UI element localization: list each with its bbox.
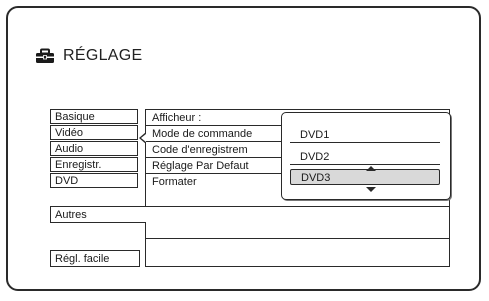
category-dvd[interactable]: DVD: [50, 173, 138, 188]
category-enregistr[interactable]: Enregistr.: [50, 157, 138, 172]
category-regl-facile[interactable]: Régl. facile: [50, 250, 140, 267]
toolbox-icon: [36, 48, 54, 63]
setting-row-empty-bottom: [145, 250, 450, 267]
category-basique[interactable]: Basique: [50, 109, 138, 124]
option-dvd3[interactable]: DVD3: [290, 169, 440, 185]
category-autres[interactable]: Autres: [50, 206, 450, 223]
setting-row-empty-mid: [145, 238, 450, 251]
page-title: RÉGLAGE: [63, 47, 143, 64]
scroll-up-arrow-icon[interactable]: [366, 166, 376, 171]
setting-row-empty: [145, 222, 450, 239]
category-video[interactable]: Vidéo: [50, 125, 138, 140]
option-popup: DVD1 DVD2 DVD3: [281, 112, 451, 200]
page-header: RÉGLAGE: [35, 45, 142, 67]
option-dvd1[interactable]: DVD1: [290, 127, 440, 143]
category-audio[interactable]: Audio: [50, 141, 138, 156]
selection-pointer-inner: [141, 134, 146, 142]
scroll-down-arrow-icon[interactable]: [366, 187, 376, 192]
option-dvd2[interactable]: DVD2: [290, 149, 440, 165]
